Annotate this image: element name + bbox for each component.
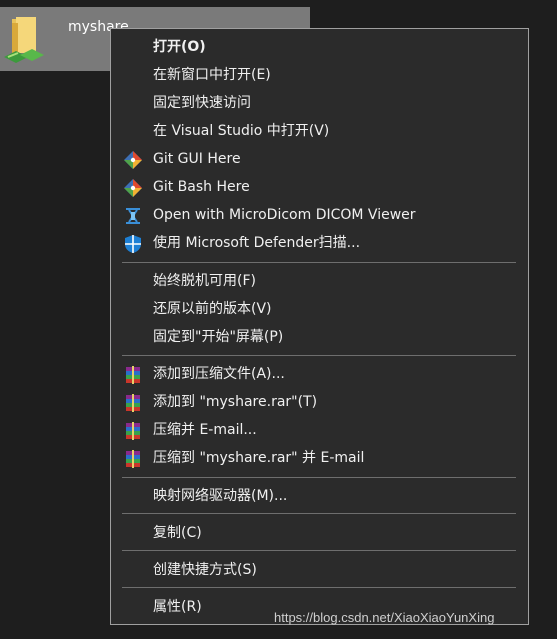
menu-separator [122,550,516,551]
menu-separator [122,355,516,356]
watermark: https://blog.csdn.net/XiaoXiaoYunXing [274,610,495,625]
menu-item-compress-email[interactable]: 压缩并 E-mail... [111,417,528,443]
menu-item-label: 固定到快速访问 [153,95,251,111]
menu-item-label: 还原以前的版本(V) [153,301,272,317]
menu-separator [122,262,516,263]
menu-item-git-bash[interactable]: Git Bash Here [111,174,528,200]
menu-item-compress-myshare-email[interactable]: 压缩到 "myshare.rar" 并 E-mail [111,445,528,471]
menu-item-defender-scan[interactable]: 使用 Microsoft Defender扫描... [111,230,528,256]
menu-item-open[interactable]: 打开(O) [111,34,528,60]
menu-item-label: 打开(O) [153,39,206,55]
menu-item-map-network-drive[interactable]: 映射网络驱动器(M)... [111,483,528,509]
menu-item-always-offline[interactable]: 始终脱机可用(F) [111,268,528,294]
menu-separator [122,587,516,588]
menu-item-label: Git GUI Here [153,151,241,167]
menu-item-label: 压缩到 "myshare.rar" 并 E-mail [153,450,365,466]
folder-shared-icon [4,17,44,63]
menu-item-create-shortcut[interactable]: 创建快捷方式(S) [111,557,528,583]
menu-item-label: 映射网络驱动器(M)... [153,488,288,504]
menu-item-microdicom[interactable]: Open with MicroDicom DICOM Viewer [111,202,528,228]
menu-separator [122,477,516,478]
menu-item-restore-versions[interactable]: 还原以前的版本(V) [111,296,528,322]
menu-item-open-visual-studio[interactable]: 在 Visual Studio 中打开(V) [111,118,528,144]
menu-item-label: Git Bash Here [153,179,250,195]
git-icon [124,179,142,197]
menu-item-label: 创建快捷方式(S) [153,562,257,578]
winrar-icon [126,450,140,468]
menu-item-git-gui[interactable]: Git GUI Here [111,146,528,172]
defender-shield-icon [125,235,141,253]
menu-item-label: 在新窗口中打开(E) [153,67,271,83]
winrar-icon [126,394,140,412]
menu-item-label: 属性(R) [153,599,202,615]
context-menu: 打开(O) 在新窗口中打开(E) 固定到快速访问 在 Visual Studio… [110,28,529,625]
menu-separator [122,513,516,514]
menu-item-label: 始终脱机可用(F) [153,273,256,289]
menu-item-copy[interactable]: 复制(C) [111,520,528,546]
winrar-icon [126,366,140,384]
menu-item-add-myshare-rar[interactable]: 添加到 "myshare.rar"(T) [111,389,528,415]
menu-item-label: 添加到压缩文件(A)... [153,366,285,382]
menu-item-label: Open with MicroDicom DICOM Viewer [153,207,416,223]
menu-item-label: 添加到 "myshare.rar"(T) [153,394,318,410]
menu-item-pin-start[interactable]: 固定到"开始"屏幕(P) [111,324,528,350]
microdicom-icon [126,208,140,224]
menu-item-pin-quick-access[interactable]: 固定到快速访问 [111,90,528,116]
menu-item-label: 在 Visual Studio 中打开(V) [153,123,330,139]
menu-item-label: 压缩并 E-mail... [153,422,257,438]
winrar-icon [126,422,140,440]
menu-item-label: 复制(C) [153,525,202,541]
menu-item-label: 使用 Microsoft Defender扫描... [153,235,361,251]
menu-item-open-new-window[interactable]: 在新窗口中打开(E) [111,62,528,88]
git-icon [124,151,142,169]
menu-item-add-archive[interactable]: 添加到压缩文件(A)... [111,361,528,387]
menu-item-label: 固定到"开始"屏幕(P) [153,329,284,345]
